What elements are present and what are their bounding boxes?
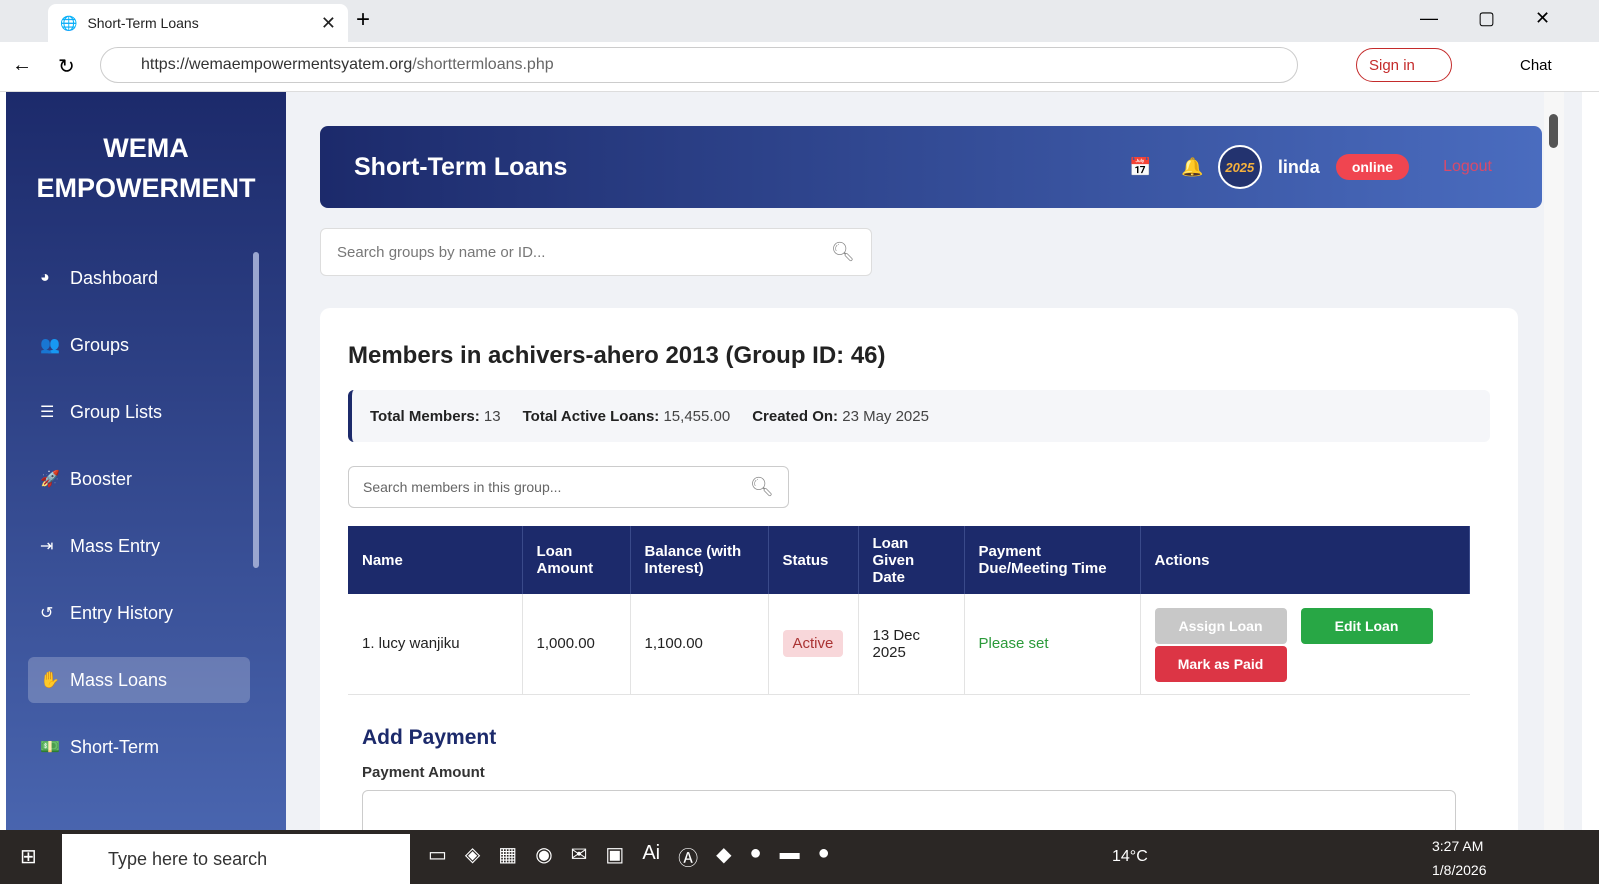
browser-tab[interactable]: 🌐 Short-Term Loans ✕ bbox=[48, 4, 348, 42]
bell-icon[interactable]: 🔔 bbox=[1181, 157, 1203, 178]
member-search-input[interactable]: Search members in this group... 🔍︎ bbox=[348, 466, 789, 508]
taskbar: ⊞ Type here to search ▭ ◈ ▦ ◉ ✉ ▣ Ai Ⓐ ◆ ● ▬ ● 14°C… bbox=[0, 830, 1599, 884]
close-tab-icon[interactable]: ✕ bbox=[321, 13, 336, 34]
money-icon: 💵 bbox=[40, 739, 60, 756]
window-controls[interactable]: —▢✕ bbox=[1420, 8, 1590, 29]
weather-temp[interactable]: 14°C bbox=[1112, 848, 1148, 866]
search-icon[interactable]: 🔍︎ bbox=[831, 240, 855, 264]
group-info: Total Members: 13 Total Active Loans: 15… bbox=[348, 390, 1490, 442]
taskbar-apps[interactable]: ▭ ◈ ▦ ◉ ✉ ▣ Ai Ⓐ ◆ ● ▬ ● bbox=[428, 842, 830, 871]
status-badge: online bbox=[1335, 154, 1410, 180]
sidebar-item-dashboard[interactable]: ◕ Dashboard bbox=[28, 255, 250, 301]
sidebar-item-groups[interactable]: 👥 Groups bbox=[28, 322, 250, 368]
windows-start-icon[interactable]: ⊞ bbox=[20, 844, 37, 869]
browser-tab-bar: 🌐 Short-Term Loans ✕ + —▢✕ bbox=[0, 0, 1599, 42]
table-row: 1. lucy wanjiku 1,000.00 1,100.00 Active… bbox=[348, 594, 1470, 695]
list-icon: ☰ bbox=[40, 404, 55, 421]
main-content: Short-Term Loans 📅 🔔 2025 linda online L… bbox=[286, 92, 1582, 846]
new-tab-button[interactable]: + bbox=[356, 6, 370, 34]
taskbar-search[interactable]: Type here to search bbox=[62, 834, 410, 884]
brand-logo: WEMA EMPOWERMENT bbox=[36, 133, 256, 203]
sidebar-item-mass-loans[interactable]: ✋ Mass Loans bbox=[28, 657, 250, 703]
users-icon: 👥 bbox=[40, 337, 60, 354]
payment-amount-label: Payment Amount bbox=[362, 764, 485, 781]
sidebar: WEMA EMPOWERMENT ◕ Dashboard 👥 Groups ☰ Grou… bbox=[6, 92, 286, 846]
group-card: Members in achivers-ahero 2013 (Group ID… bbox=[320, 308, 1518, 846]
members-table: Name Loan Amount Balance (with Interest)… bbox=[348, 526, 1470, 695]
clock-date[interactable]: 1/8/2026 bbox=[1432, 862, 1487, 878]
calendar-icon[interactable]: 📅 bbox=[1129, 157, 1151, 178]
username: linda bbox=[1277, 156, 1320, 177]
address-bar[interactable]: https://wemaempowermentsyatem.org/shortt… bbox=[100, 47, 1298, 83]
sign-in-icon: ⇥ bbox=[40, 538, 54, 555]
rocket-icon: 🚀 bbox=[40, 471, 60, 488]
mark-paid-button[interactable]: Mark as Paid bbox=[1154, 645, 1287, 682]
page-header: Short-Term Loans 📅 🔔 2025 linda online L… bbox=[320, 126, 1542, 208]
sidebar-item-booster[interactable]: 🚀 Booster bbox=[28, 456, 250, 502]
edit-loan-button[interactable]: Edit Loan bbox=[1300, 607, 1433, 644]
group-search-input[interactable]: Search groups by name or ID... 🔍︎ bbox=[320, 228, 872, 276]
status-badge: Active bbox=[782, 630, 844, 658]
table-header: Name Loan Amount Balance (with Interest)… bbox=[348, 526, 1470, 594]
history-icon: ↺ bbox=[40, 605, 54, 622]
browser-nav: ← ↻ https://wemaempowermentsyatem.org/sh… bbox=[0, 42, 1599, 92]
add-payment-heading: Add Payment bbox=[362, 726, 497, 749]
back-icon[interactable]: ← bbox=[12, 54, 32, 77]
sign-in-button[interactable]: Sign in bbox=[1356, 48, 1452, 82]
sidebar-item-entry-history[interactable]: ↺ Entry History bbox=[28, 590, 250, 636]
dashboard-icon: ◕ bbox=[40, 269, 50, 286]
sidebar-scrollbar[interactable] bbox=[253, 238, 261, 798]
sidebar-item-short-term[interactable]: 💵 Short-Term bbox=[28, 724, 250, 770]
search-icon[interactable]: 🔍︎ bbox=[750, 475, 774, 499]
page-scrollbar[interactable] bbox=[1544, 92, 1564, 830]
globe-icon: 🌐 bbox=[60, 14, 78, 31]
avatar[interactable]: 2025 bbox=[1217, 145, 1262, 189]
sidebar-item-group-lists[interactable]: ☰ Group Lists bbox=[28, 389, 250, 435]
assign-loan-button[interactable]: Assign Loan bbox=[1154, 607, 1287, 644]
logout-link[interactable]: Logout bbox=[1443, 158, 1492, 176]
page-title: Short-Term Loans bbox=[354, 152, 568, 181]
clock-time[interactable]: 3:27 AM bbox=[1432, 838, 1483, 854]
hand-money-icon: ✋ bbox=[40, 672, 60, 689]
chat-button[interactable]: Chat bbox=[1520, 57, 1552, 74]
group-title: Members in achivers-ahero 2013 (Group ID… bbox=[348, 342, 886, 369]
sidebar-item-mass-entry[interactable]: ⇥ Mass Entry bbox=[28, 523, 250, 569]
refresh-icon[interactable]: ↻ bbox=[58, 54, 75, 79]
